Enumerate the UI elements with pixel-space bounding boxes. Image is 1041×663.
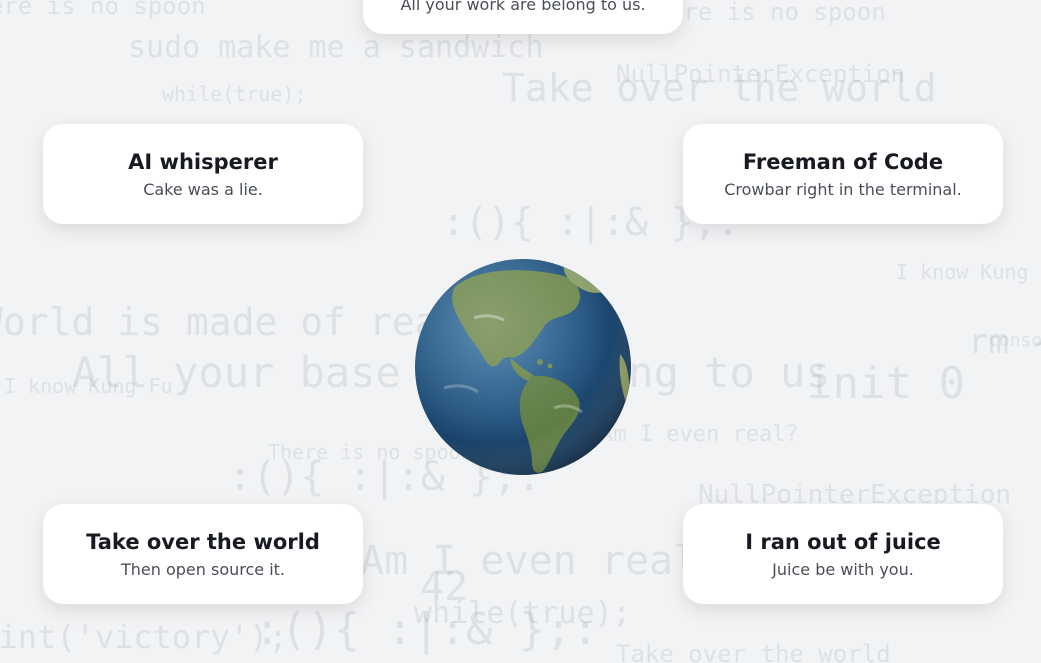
bg-phrase: console.log — [988, 330, 1041, 351]
bg-phrase: There is no spoon — [0, 0, 206, 20]
card-title: Freeman of Code — [742, 149, 944, 174]
card-freeman-of-code[interactable]: Freeman of Code Crowbar right in the ter… — [683, 124, 1003, 224]
bg-phrase: NullPointerException — [616, 60, 905, 88]
bg-phrase: I know Kung Fu — [896, 260, 1041, 284]
card-subtitle: Then open source it. — [120, 559, 286, 579]
bg-phrase: while(true); — [162, 82, 307, 106]
card-title: I ran out of juice — [745, 529, 941, 554]
bg-phrase: :(){ :|:& };: — [254, 604, 599, 655]
card-subtitle: Crowbar right in the terminal. — [724, 179, 962, 199]
bg-phrase: Take over the world — [502, 66, 937, 110]
card-top-subtitle: All your work are belong to us. — [400, 0, 646, 14]
card-title: Take over the world — [86, 529, 320, 554]
card-ai-whisperer[interactable]: AI whisperer Cake was a lie. — [43, 124, 363, 224]
bg-phrase: World is made of real? — [0, 300, 484, 344]
card-subtitle: Juice be with you. — [772, 559, 914, 579]
globe-shading — [415, 259, 631, 475]
card-subtitle: Cake was a lie. — [143, 179, 263, 199]
bg-phrase: I know Kung Fu — [4, 374, 173, 398]
background-stage: There is no spoon sudo make me a sandwic… — [0, 0, 1041, 663]
bg-phrase: init 0 — [806, 358, 965, 409]
bg-phrase: sudo make me a sandwich — [128, 30, 544, 65]
bg-phrase: Am I even real? — [360, 538, 722, 584]
bg-phrase: 42 — [420, 564, 469, 610]
bg-phrase: print('victory'); — [0, 618, 288, 656]
card-top[interactable]: All your work are belong to us. — [363, 0, 683, 34]
bg-phrase: while(true); — [414, 596, 631, 631]
card-take-over-the-world[interactable]: Take over the world Then open source it. — [43, 504, 363, 604]
earth-globe-icon[interactable] — [414, 258, 632, 476]
bg-phrase: Take over the world — [616, 640, 891, 663]
bg-phrase: rm -rf / — [968, 322, 1041, 362]
card-title: AI whisperer — [128, 149, 278, 174]
card-ran-out-of-juice[interactable]: I ran out of juice Juice be with you. — [683, 504, 1003, 604]
